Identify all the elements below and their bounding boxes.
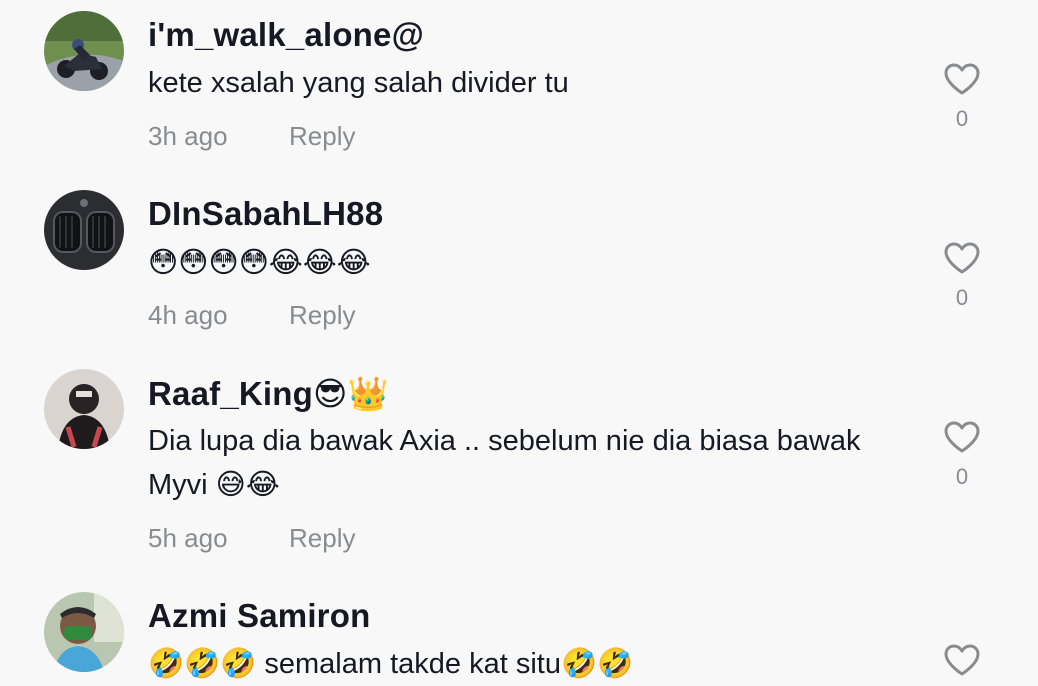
heart-outline-icon <box>944 421 980 453</box>
car-grille-avatar-icon <box>44 190 124 270</box>
person-avatar-icon <box>44 369 124 449</box>
comment-username[interactable]: i'm_walk_alone@ <box>148 16 424 54</box>
avatar[interactable] <box>44 369 124 449</box>
like-count: 0 <box>955 285 969 310</box>
comment-meta: 3h ago Reply <box>148 121 355 152</box>
comment-username[interactable]: DInSabahLH88 <box>148 195 383 233</box>
comment-timestamp: 3h ago <box>148 121 228 151</box>
like-button[interactable]: 0 <box>938 420 986 490</box>
comment-timestamp: 4h ago <box>148 300 228 330</box>
comment-username[interactable]: Azmi Samiron <box>148 597 370 635</box>
masked-person-avatar-icon <box>44 592 124 672</box>
comment-timestamp: 5h ago <box>148 523 228 553</box>
reply-button[interactable]: Reply <box>289 523 355 554</box>
comment-meta: 4h ago Reply <box>148 300 355 331</box>
like-button[interactable] <box>938 643 986 677</box>
heart-outline-icon <box>944 644 980 676</box>
like-button[interactable]: 0 <box>938 62 986 132</box>
like-count: 0 <box>955 106 969 131</box>
like-button[interactable]: 0 <box>938 241 986 311</box>
reply-button[interactable]: Reply <box>289 121 355 152</box>
avatar[interactable] <box>44 592 124 672</box>
heart-outline-icon <box>944 242 980 274</box>
comment-text: 🤣🤣🤣 semalam takde kat situ🤣🤣 <box>148 648 634 680</box>
motorcycle-rider-avatar-icon <box>44 11 124 91</box>
comment-username[interactable]: Raaf_King😎👑 <box>148 374 389 414</box>
comment-text: 😳😳😳😳😂😂😂 <box>148 245 371 279</box>
heart-outline-icon <box>944 63 980 95</box>
avatar[interactable] <box>44 190 124 270</box>
comment-meta: 5h ago Reply <box>148 523 355 554</box>
comment-list: i'm_walk_alone@ kete xsalah yang salah d… <box>0 0 1038 686</box>
comment-text: Dia lupa dia bawak Axia .. sebelum nie d… <box>148 425 861 501</box>
avatar[interactable] <box>44 11 124 91</box>
like-count: 0 <box>955 464 969 489</box>
reply-button[interactable]: Reply <box>289 300 355 331</box>
comment-text: kete xsalah yang salah divider tu <box>148 67 569 99</box>
